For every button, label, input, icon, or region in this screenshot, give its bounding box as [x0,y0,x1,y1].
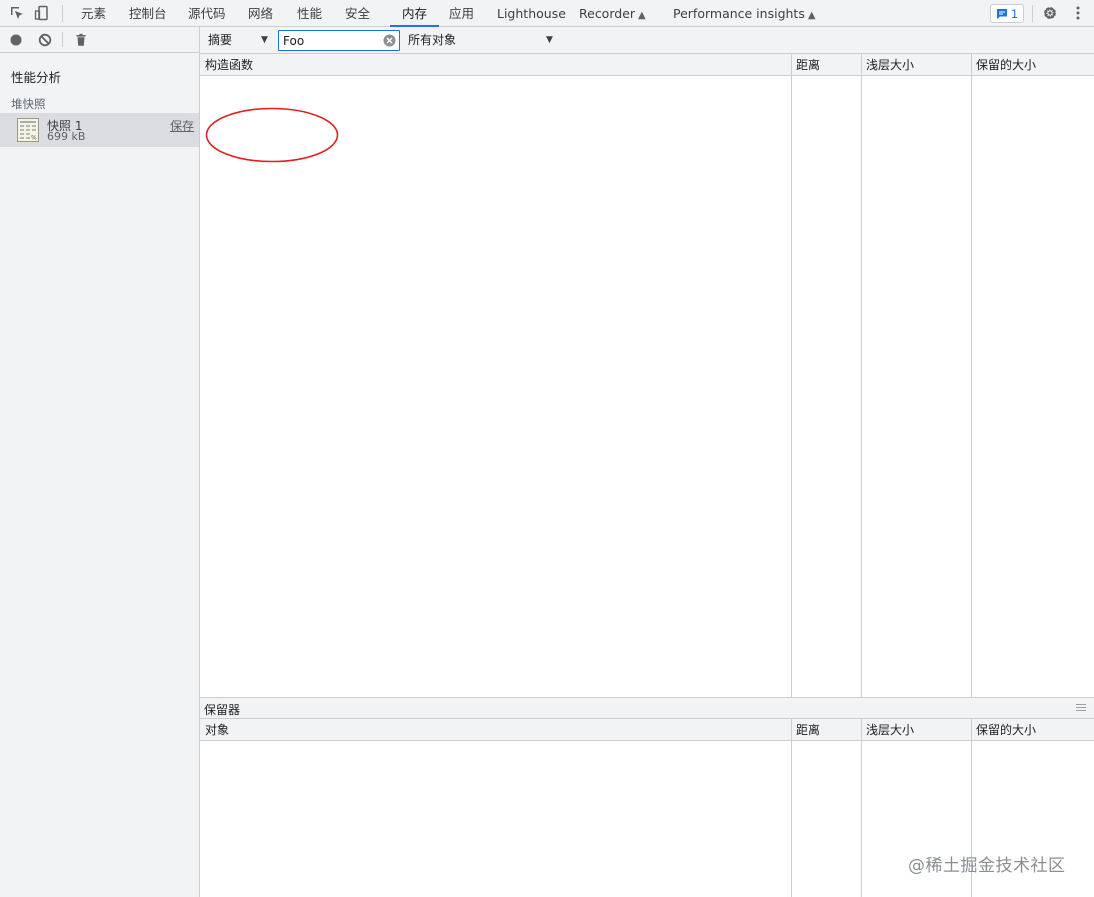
column-header-constructor[interactable]: 构造函数 [200,54,791,76]
constructors-grid-header: 构造函数 距离 浅层大小 保留的大小 [200,54,1094,76]
flask-icon: ▲ [638,10,646,21]
chevron-down-icon: ▼ [261,35,268,45]
column-header-shallow-size[interactable]: 浅层大小 [861,54,971,76]
tab-sources[interactable]: 源代码 [188,0,226,27]
devtools-window: 元素 控制台 源代码 网络 性能 安全 内存 应用 Lighthouse Rec… [0,0,1094,897]
tab-performance-insights-label: Performance insights [673,6,805,21]
tab-elements[interactable]: 元素 [81,0,106,27]
profiles-heading: 性能分析 [11,70,62,85]
issues-button[interactable]: 1 [990,4,1024,23]
profiles-sidebar: 性能分析 堆快照 % 快照 1 699 kB 保存 [0,27,200,897]
class-filter-input[interactable] [283,32,379,49]
sidebar-toolbar [0,27,199,53]
clear-filter-icon[interactable] [383,34,396,47]
snapshot-size: 699 kB [47,130,86,143]
watermark: @稀土掘金技术社区 [908,856,1066,876]
retainers-title: 保留器 [204,703,241,717]
snapshot-toolbar: 摘要 ▼ 所有对象 ▼ [200,27,1094,54]
column-divider [861,719,862,897]
tab-console[interactable]: 控制台 [129,0,167,27]
perspective-select-value: 摘要 [208,33,233,47]
annotation-ellipse [205,107,339,163]
heap-snapshot-view: 摘要 ▼ 所有对象 ▼ 构造函数 距离 浅层大小 保留的大小 [200,27,1094,897]
clear-icon[interactable] [36,31,54,49]
more-vertical-icon[interactable] [1069,4,1087,22]
objects-filter-value: 所有对象 [408,33,457,47]
tab-lighthouse[interactable]: Lighthouse [497,0,566,27]
snapshot-item[interactable]: % 快照 1 699 kB 保存 [0,113,199,147]
issues-icon [996,8,1007,19]
gear-icon[interactable] [1041,4,1059,22]
retainers-grid-header: 对象 距离 浅层大小 保留的大小 [200,719,1094,741]
tab-performance[interactable]: 性能 [297,0,322,27]
column-header-distance[interactable]: 距离 [791,54,861,76]
devtools-tab-bar: 元素 控制台 源代码 网络 性能 安全 内存 应用 Lighthouse Rec… [0,0,1094,27]
column-header-retained-size[interactable]: 保留的大小 [971,54,1094,76]
column-header-distance[interactable]: 距离 [791,719,861,741]
tab-recorder[interactable]: Recorder ▲ [579,0,646,27]
column-divider [791,54,792,697]
issues-count: 1 [1010,6,1019,21]
snapshot-file-icon: % [17,118,39,142]
objects-filter-select[interactable]: 所有对象 ▼ [408,31,558,50]
svg-text:%: % [31,135,37,142]
record-icon[interactable] [7,31,25,49]
perspective-select[interactable]: 摘要 ▼ [208,31,272,50]
column-header-object[interactable]: 对象 [200,719,791,741]
trash-icon[interactable] [72,31,90,49]
inspect-element-icon[interactable] [8,4,26,22]
class-filter-field[interactable] [278,30,400,51]
column-divider [971,54,972,697]
tab-performance-insights[interactable]: Performance insights ▲ [673,0,816,27]
tab-security[interactable]: 安全 [345,0,370,27]
column-divider [791,719,792,897]
retainers-panel-header[interactable]: 保留器 [200,697,1094,719]
tab-memory[interactable]: 内存 [389,0,440,27]
heap-snapshots-section: 堆快照 [11,97,46,111]
constructors-grid: 构造函数 距离 浅层大小 保留的大小 [200,54,1094,697]
toolbar-divider [1032,5,1033,22]
column-header-shallow-size[interactable]: 浅层大小 [861,719,971,741]
chevron-down-icon: ▼ [546,35,553,45]
save-snapshot-link[interactable]: 保存 [170,117,194,134]
device-toolbar-icon[interactable] [33,4,51,22]
column-header-retained-size[interactable]: 保留的大小 [971,719,1094,741]
tab-application[interactable]: 应用 [449,0,474,27]
column-divider [861,54,862,697]
tab-network[interactable]: 网络 [248,0,273,27]
flask-icon: ▲ [807,10,816,21]
toolbar-divider [62,32,63,47]
toolbar-divider [62,5,63,22]
tab-recorder-label: Recorder [579,6,636,21]
drag-handle-icon[interactable] [1076,704,1086,712]
